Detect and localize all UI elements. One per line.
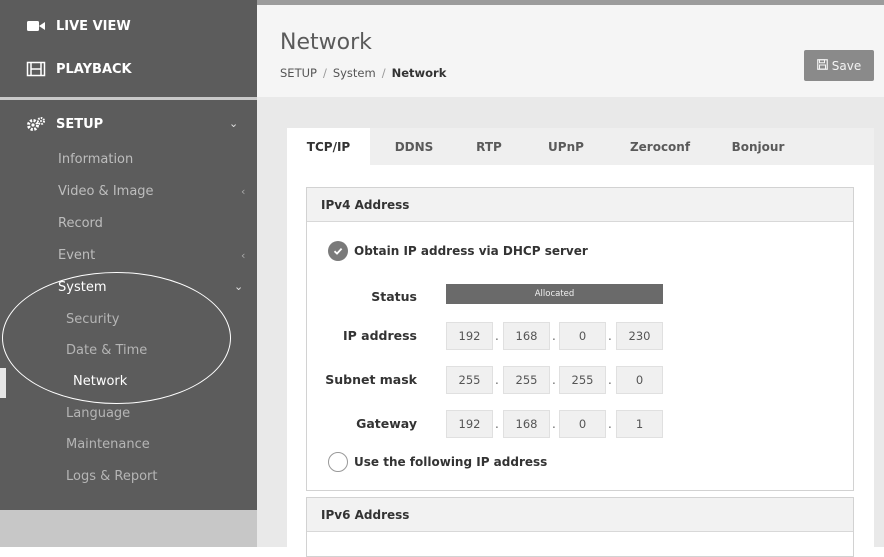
octet-separator: . bbox=[495, 329, 499, 343]
nav-live-view-label: LIVE VIEW bbox=[56, 18, 131, 34]
nav-playback[interactable]: PLAYBACK bbox=[26, 61, 132, 77]
static-option-label: Use the following IP address bbox=[354, 455, 548, 469]
octet-separator: . bbox=[608, 373, 612, 387]
octet-separator: . bbox=[495, 373, 499, 387]
gateway-octet-1[interactable]: 192 bbox=[446, 410, 493, 438]
tab-zeroconf[interactable]: Zeroconf bbox=[620, 128, 700, 165]
sidebar-item-information[interactable]: Information bbox=[58, 152, 133, 167]
sidebar-footer bbox=[0, 510, 257, 547]
gears-icon bbox=[26, 116, 46, 132]
subnet-octet-3[interactable]: 255 bbox=[559, 366, 606, 394]
sidebar bbox=[0, 0, 257, 547]
status-value: Allocated bbox=[446, 284, 663, 304]
active-item-marker bbox=[0, 368, 6, 398]
octet-separator: . bbox=[495, 417, 499, 431]
subnet-octet-2[interactable]: 255 bbox=[503, 366, 550, 394]
video-camera-icon bbox=[26, 18, 46, 34]
sidebar-item-language[interactable]: Language bbox=[66, 406, 130, 421]
nav-playback-label: PLAYBACK bbox=[56, 61, 132, 77]
floppy-disk-icon bbox=[816, 58, 828, 73]
sidebar-item-event[interactable]: Event bbox=[58, 248, 95, 263]
nav-setup-label: SETUP bbox=[56, 116, 104, 132]
tab-bonjour[interactable]: Bonjour bbox=[720, 128, 796, 165]
ipv4-card-title: IPv4 Address bbox=[307, 188, 853, 222]
sidebar-item-maintenance[interactable]: Maintenance bbox=[66, 437, 150, 452]
film-icon bbox=[26, 61, 46, 77]
ipv6-card: IPv6 Address bbox=[306, 497, 854, 557]
nav-setup[interactable]: SETUP bbox=[26, 116, 103, 132]
check-circle-icon[interactable] bbox=[328, 241, 348, 261]
octet-separator: . bbox=[552, 417, 556, 431]
chevron-left-icon[interactable]: ‹ bbox=[241, 185, 245, 198]
tab-rtp[interactable]: RTP bbox=[462, 128, 516, 165]
ip-octet-4[interactable]: 230 bbox=[616, 322, 663, 350]
chevron-left-icon[interactable]: ‹ bbox=[241, 249, 245, 262]
subnet-octet-1[interactable]: 255 bbox=[446, 366, 493, 394]
ip-octet-1[interactable]: 192 bbox=[446, 322, 493, 350]
save-button[interactable]: Save bbox=[804, 50, 874, 81]
nav-live-view[interactable]: LIVE VIEW bbox=[26, 18, 131, 34]
octet-separator: . bbox=[552, 329, 556, 343]
ip-address-label: IP address bbox=[342, 328, 417, 343]
tab-tcpip[interactable]: TCP/IP bbox=[287, 128, 370, 165]
chevron-down-icon[interactable]: ⌄ bbox=[234, 280, 243, 293]
breadcrumb: SETUP / System / Network bbox=[280, 66, 447, 80]
octet-separator: . bbox=[552, 373, 556, 387]
subnet-mask-label: Subnet mask bbox=[325, 372, 417, 387]
sidebar-item-video-image[interactable]: Video & Image bbox=[58, 184, 154, 199]
octet-separator: . bbox=[608, 417, 612, 431]
ip-octet-2[interactable]: 168 bbox=[503, 322, 550, 350]
breadcrumb-setup[interactable]: SETUP bbox=[280, 66, 317, 80]
breadcrumb-network: Network bbox=[391, 66, 447, 80]
octet-separator: . bbox=[608, 329, 612, 343]
gateway-octet-3[interactable]: 0 bbox=[559, 410, 606, 438]
sidebar-item-system[interactable]: System bbox=[58, 280, 106, 295]
sidebar-item-record[interactable]: Record bbox=[58, 216, 103, 231]
static-ip-radio-option[interactable]: Use the following IP address bbox=[328, 452, 547, 472]
chevron-down-icon[interactable]: ⌄ bbox=[229, 117, 238, 130]
tab-ddns[interactable]: DDNS bbox=[384, 128, 444, 165]
sidebar-item-security[interactable]: Security bbox=[66, 312, 119, 327]
ipv6-card-title: IPv6 Address bbox=[307, 498, 853, 532]
sidebar-item-date-time[interactable]: Date & Time bbox=[66, 343, 147, 358]
empty-circle-icon[interactable] bbox=[328, 452, 348, 472]
status-label: Status bbox=[371, 289, 417, 304]
gateway-label: Gateway bbox=[356, 416, 417, 431]
gateway-octet-2[interactable]: 168 bbox=[503, 410, 550, 438]
breadcrumb-system[interactable]: System bbox=[333, 66, 376, 80]
dhcp-option-label: Obtain IP address via DHCP server bbox=[354, 244, 588, 258]
dhcp-radio-option[interactable]: Obtain IP address via DHCP server bbox=[328, 241, 588, 261]
page-title: Network bbox=[280, 30, 372, 55]
save-button-label: Save bbox=[831, 58, 862, 73]
gateway-octet-4[interactable]: 1 bbox=[616, 410, 663, 438]
sidebar-top-menu bbox=[0, 0, 257, 97]
ip-octet-3[interactable]: 0 bbox=[559, 322, 606, 350]
sidebar-item-network[interactable]: Network bbox=[73, 374, 127, 389]
subnet-octet-4[interactable]: 0 bbox=[616, 366, 663, 394]
tab-upnp[interactable]: UPnP bbox=[535, 128, 597, 165]
sidebar-item-logs-report[interactable]: Logs & Report bbox=[66, 469, 158, 484]
